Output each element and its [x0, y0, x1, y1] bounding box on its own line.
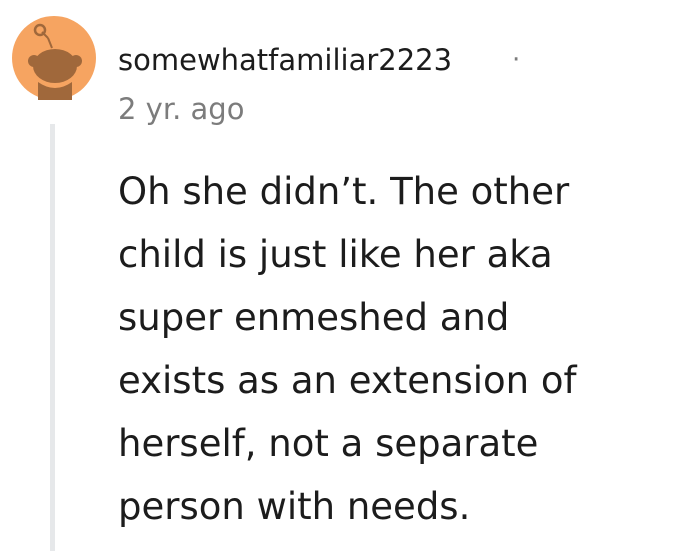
- comment: somewhatfamiliar2223 · 2 yr. ago Oh she …: [0, 0, 674, 551]
- meta-separator: ·: [512, 45, 521, 75]
- comment-body-line: super enmeshed and: [118, 296, 510, 339]
- comment-body-line: child is just like her aka: [118, 233, 553, 276]
- thread-line[interactable]: [50, 124, 55, 551]
- user-avatar[interactable]: [12, 16, 96, 100]
- comment-body-line: exists as an extension of: [118, 359, 577, 402]
- comment-timestamp[interactable]: 2 yr. ago: [118, 91, 244, 127]
- comment-body-line: Oh she didn’t. The other: [118, 170, 570, 213]
- comment-body-line: herself, not a separate: [118, 422, 539, 465]
- comment-body-line: person with needs.: [118, 485, 471, 528]
- comment-author[interactable]: somewhatfamiliar2223: [118, 42, 452, 78]
- snoo-avatar-icon: [12, 16, 96, 100]
- comment-body: Oh she didn’t. The other child is just l…: [118, 160, 658, 538]
